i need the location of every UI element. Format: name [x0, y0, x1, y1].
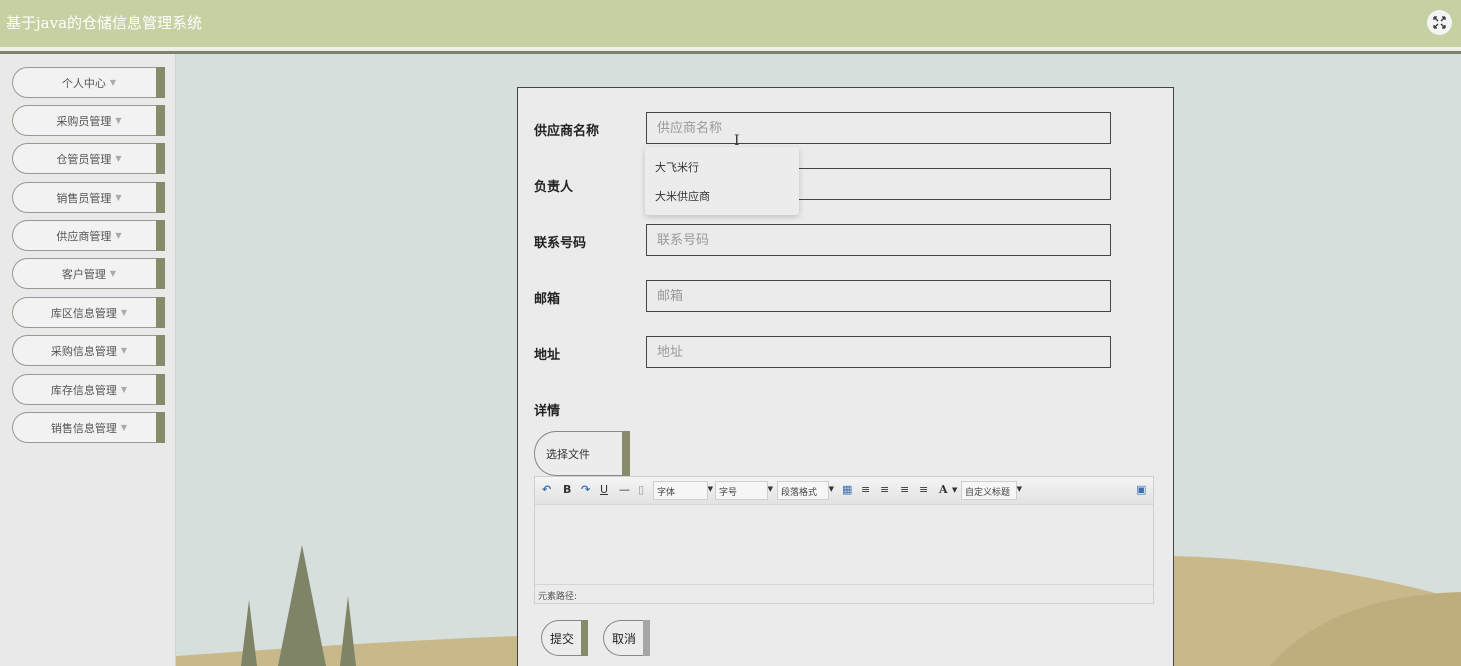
fullscreen-button[interactable] [1427, 10, 1452, 35]
caret-down-icon: ▼ [115, 116, 122, 125]
table-icon[interactable]: ▦ [842, 483, 852, 496]
caret-down-icon: ▼ [109, 269, 117, 278]
sidebar-item-label: 采购员管理 [56, 114, 112, 128]
sidebar-item-purchase-info[interactable]: 采购信息管理 ▼ [12, 335, 165, 366]
supplier-name-input[interactable] [646, 112, 1111, 144]
custom-title-select[interactable]: 自定义标题 ▼ [961, 481, 1022, 500]
paragraph-format-select[interactable]: 段落格式 ▼ [777, 481, 834, 500]
sidebar-item-purchaser[interactable]: 采购员管理 ▼ [12, 105, 165, 136]
caret-down-icon: ▼ [120, 385, 128, 394]
header-divider [0, 51, 1461, 54]
phone-input[interactable] [646, 224, 1111, 256]
sidebar-item-label: 库存信息管理 [50, 383, 117, 397]
sidebar-item-salesperson[interactable]: 销售员管理 ▼ [12, 182, 165, 213]
sidebar-item-label: 采购信息管理 [50, 344, 117, 358]
caret-down-icon: ▼ [767, 485, 773, 493]
suggestion-item[interactable]: 大飞米行 [655, 159, 699, 175]
sidebar-item-label: 供应商管理 [56, 229, 112, 243]
address-label: 地址 [534, 348, 561, 363]
caret-down-icon: ▼ [828, 485, 834, 493]
custom-title-label: 自定义标题 [965, 488, 1011, 498]
sidebar-item-warehouse-keeper[interactable]: 仓管员管理 ▼ [12, 143, 165, 174]
element-path: 元素路径: [535, 584, 1153, 603]
sidebar-item-storage-area[interactable]: 库区信息管理 ▼ [12, 297, 165, 328]
sidebar: 个人中心 ▼ 采购员管理 ▼ 仓管员管理 ▼ 销售员管理 ▼ 供应商管理 ▼ 客户管理 ▼ … [0, 54, 176, 666]
sidebar-item-customer[interactable]: 客户管理 ▼ [12, 258, 165, 289]
font-family-select[interactable]: 字体 ▼ [653, 481, 713, 500]
underline-button[interactable]: U [600, 483, 608, 496]
expand-arrows-icon [1433, 16, 1446, 29]
caret-down-icon: ▼ [120, 346, 128, 355]
redo-icon[interactable]: ↷ [581, 483, 590, 496]
sidebar-item-inventory-info[interactable]: 库存信息管理 ▼ [12, 374, 165, 405]
email-input[interactable] [646, 280, 1111, 312]
align-left-icon[interactable]: ≡ [861, 483, 870, 496]
caret-down-icon: ▼ [120, 423, 128, 432]
app-header: 基于java的仓储信息管理系统 [0, 0, 1461, 47]
address-input[interactable] [646, 336, 1111, 368]
sidebar-item-label: 个人中心 [61, 76, 106, 90]
suggestion-item[interactable]: 大米供应商 [655, 188, 710, 204]
phone-label: 联系号码 [534, 236, 587, 251]
cancel-label: 取消 [612, 631, 637, 646]
choose-file-label: 选择文件 [546, 447, 590, 461]
sidebar-item-label: 销售信息管理 [50, 421, 117, 435]
preview-icon[interactable]: ▣ [1136, 483, 1146, 496]
detail-label: 详情 [534, 404, 561, 419]
paste-icon[interactable]: ▯ [638, 483, 644, 496]
editor-toolbar: ↶ B ↷ U — ▯ 字体 ▼ 字号 ▼ 段落格式 ▼ ▦ ≡ ≡ ≡ ≡ A ▼ … [535, 477, 1153, 505]
supplier-name-label: 供应商名称 [534, 124, 600, 139]
rich-text-editor: ↶ B ↷ U — ▯ 字体 ▼ 字号 ▼ 段落格式 ▼ ▦ ≡ ≡ ≡ ≡ A ▼ … [534, 476, 1154, 604]
sidebar-item-supplier[interactable]: 供应商管理 ▼ [12, 220, 165, 251]
sidebar-item-sales-info[interactable]: 销售信息管理 ▼ [12, 412, 165, 443]
caret-down-icon: ▼ [120, 308, 128, 317]
autocomplete-dropdown: 大飞米行 大米供应商 [645, 147, 799, 215]
bold-button[interactable]: B [563, 483, 571, 496]
sidebar-item-label: 销售员管理 [56, 191, 112, 205]
submit-button[interactable]: 提交 [541, 620, 588, 656]
horizontal-rule-button[interactable]: — [619, 483, 630, 496]
app-title: 基于java的仓储信息管理系统 [6, 14, 203, 32]
align-center-icon[interactable]: ≡ [900, 483, 909, 496]
font-family-label: 字体 [657, 488, 676, 498]
caret-down-icon: ▼ [1016, 485, 1022, 493]
contact-person-label: 负责人 [534, 180, 574, 195]
font-size-select[interactable]: 字号 ▼ [715, 481, 773, 500]
choose-file-button[interactable]: 选择文件 [534, 431, 630, 476]
sidebar-item-label: 仓管员管理 [56, 152, 112, 166]
caret-down-icon: ▼ [115, 154, 122, 163]
font-color-button[interactable]: A [939, 483, 948, 496]
caret-down-icon[interactable]: ▼ [952, 486, 957, 494]
editor-content-area[interactable] [535, 505, 1153, 584]
undo-icon[interactable]: ↶ [542, 483, 551, 496]
sidebar-item-label: 库区信息管理 [50, 306, 117, 320]
caret-down-icon: ▼ [115, 231, 122, 240]
align-justify-icon[interactable]: ≡ [919, 483, 928, 496]
caret-down-icon: ▼ [115, 193, 122, 202]
submit-label: 提交 [550, 631, 575, 646]
email-label: 邮箱 [534, 292, 561, 307]
caret-down-icon: ▼ [109, 78, 117, 87]
font-size-label: 字号 [719, 488, 738, 498]
cancel-button[interactable]: 取消 [603, 620, 650, 656]
sidebar-item-personal-center[interactable]: 个人中心 ▼ [12, 67, 165, 98]
align-right-icon[interactable]: ≡ [880, 483, 889, 496]
caret-down-icon: ▼ [707, 485, 713, 493]
paragraph-format-label: 段落格式 [781, 488, 818, 498]
supplier-form: 供应商名称 I 负责人 联系号码 邮箱 地址 大飞米行 大米供应商 详情 选择文… [517, 87, 1174, 666]
sidebar-item-label: 客户管理 [61, 267, 106, 281]
